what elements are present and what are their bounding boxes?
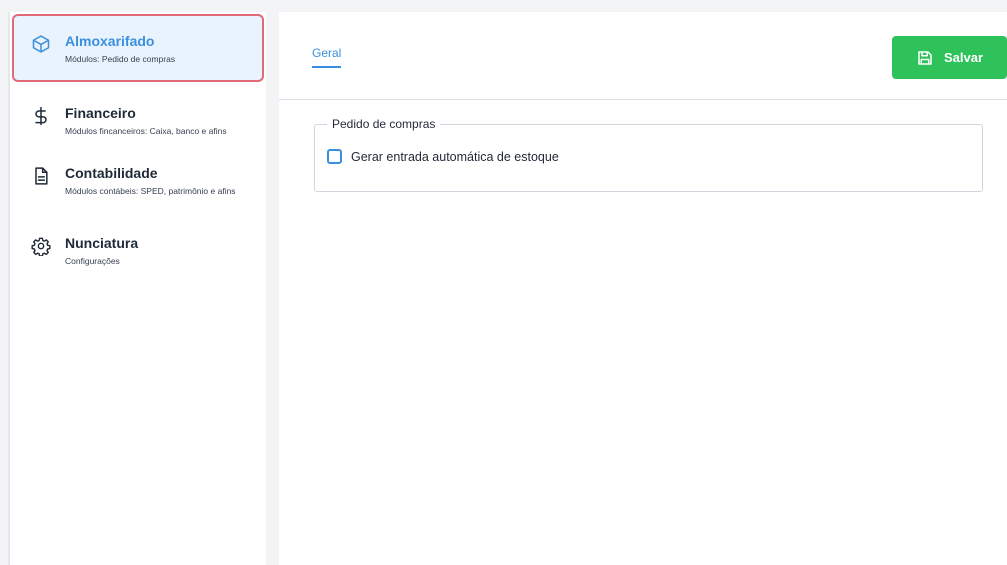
sidebar-item-subtitle: Configurações [65, 256, 120, 266]
floppy-disk-icon [918, 50, 932, 65]
sidebar-item-title: Almoxarifado [65, 33, 155, 49]
auto-stock-entry-label: Gerar entrada automática de estoque [351, 149, 559, 164]
sidebar-item-subtitle: Módulos fincanceiros: Caixa, banco e afi… [65, 126, 227, 136]
pedido-de-compras-group: Pedido de compras Gerar entrada automáti… [314, 117, 983, 192]
auto-stock-entry-checkbox[interactable] [327, 149, 342, 164]
sidebar-item-title: Financeiro [65, 105, 136, 121]
sidebar-item-contabilidade[interactable]: Contabilidade Módulos contábeis: SPED, p… [10, 165, 266, 196]
sidebar-item-financeiro[interactable]: Financeiro Módulos fincanceiros: Caixa, … [10, 105, 266, 136]
dollar-icon [30, 105, 52, 127]
app-window: Almoxarifado Módulos: Pedido de compras … [0, 0, 1007, 565]
save-button-label: Salvar [943, 50, 984, 65]
sidebar: Almoxarifado Módulos: Pedido de compras … [8, 12, 266, 565]
sidebar-item-subtitle: Módulos contábeis: SPED, patrimônio e af… [65, 186, 236, 196]
cube-icon [30, 33, 52, 55]
sidebar-item-almoxarifado[interactable]: Almoxarifado Módulos: Pedido de compras [12, 14, 264, 82]
gear-icon [30, 235, 52, 257]
sidebar-item-subtitle: Módulos: Pedido de compras [65, 54, 176, 64]
main-panel: Geral Salvar Pedido de compras Gerar ent… [279, 12, 1007, 565]
sidebar-item-title: Nunciatura [65, 235, 139, 251]
document-icon [30, 165, 52, 187]
group-legend: Pedido de compras [332, 117, 436, 131]
tab-geral[interactable]: Geral [312, 46, 342, 68]
save-button[interactable]: Salvar [892, 36, 1007, 79]
toolbar: Geral Salvar [279, 12, 1007, 100]
sidebar-item-nunciatura[interactable]: Nunciatura Configurações [10, 235, 266, 266]
sidebar-item-title: Contabilidade [65, 165, 158, 181]
auto-stock-entry-option[interactable]: Gerar entrada automática de estoque [327, 149, 960, 164]
